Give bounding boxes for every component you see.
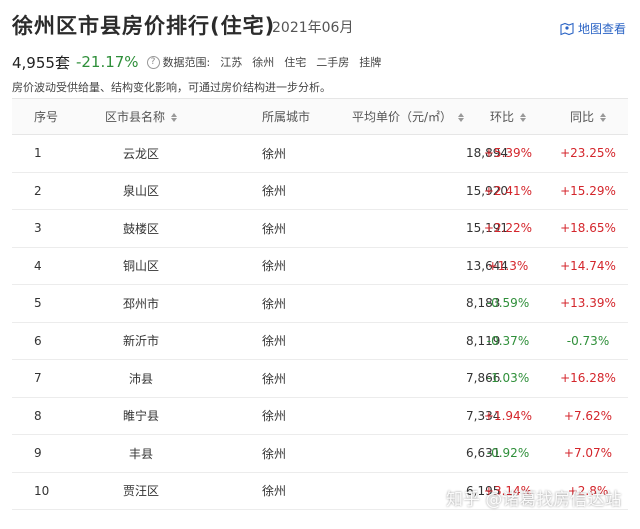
table-header-row: 序号 区市县名称 所属城市 平均单价（元/㎡） 环比 同比 [12, 98, 628, 135]
city-cell: 徐州 [262, 184, 287, 199]
scope-market: 二手房 [316, 56, 350, 69]
city-cell: 徐州 [262, 259, 287, 274]
rank-cell: 1 [34, 146, 42, 161]
page-header: 徐州区市县房价排行(住宅) 2021年06月 地图查看 [12, 10, 628, 44]
scope-property-type: 住宅 [284, 56, 307, 69]
sort-icon [600, 112, 606, 123]
city-cell: 徐州 [262, 146, 287, 161]
count-change: -21.17% [75, 53, 139, 71]
scope-province: 江苏 [220, 56, 243, 69]
column-header-rank: 序号 [34, 110, 59, 124]
city-cell: 徐州 [262, 296, 287, 311]
rank-cell: 6 [34, 333, 42, 348]
column-header-city: 所属城市 [262, 110, 311, 124]
district-cell: 云龙区 [122, 146, 159, 161]
district-cell: 邳州市 [122, 296, 159, 311]
column-header-price[interactable]: 平均单价（元/㎡） [320, 99, 468, 135]
price-note: 房价波动受供给量、结构变化影响，可通过房价结构进一步分析。 [12, 81, 331, 94]
district-cell: 泉山区 [122, 184, 159, 199]
city-cell: 徐州 [262, 409, 287, 424]
city-cell: 徐州 [262, 334, 287, 349]
district-cell: 鼓楼区 [122, 221, 159, 236]
table-row[interactable]: 4 铜山区 徐州 13,644 +1.3% +14.74% [12, 247, 628, 285]
price-cell: 6,631 [466, 446, 501, 461]
rank-cell: 3 [34, 221, 42, 236]
map-view-button[interactable]: 地图查看 [560, 20, 626, 37]
city-cell: 徐州 [262, 484, 287, 499]
district-cell: 沛县 [128, 371, 153, 386]
listing-count: 4,955套 [12, 53, 70, 72]
rank-cell: 5 [34, 296, 42, 311]
district-cell: 丰县 [128, 446, 153, 461]
district-cell: 贾汪区 [122, 484, 159, 499]
rank-cell: 9 [34, 446, 42, 461]
help-icon[interactable]: ? [146, 55, 160, 69]
yoy-cell: +16.28% [560, 371, 616, 386]
district-cell: 睢宁县 [122, 409, 159, 424]
watermark: 知乎 @诸葛找房信达站 [446, 490, 622, 510]
table-row[interactable]: 6 新沂市 徐州 8,119 -0.37% -0.73% [12, 322, 628, 360]
city-cell: 徐州 [262, 446, 287, 461]
sort-icon [458, 112, 464, 123]
yoy-cell: -0.73% [566, 333, 610, 348]
yoy-cell: +7.07% [563, 446, 613, 461]
table-row[interactable]: 3 鼓楼区 徐州 15,191 +2.22% +18.65% [12, 210, 628, 247]
price-cell: 8,183 [466, 296, 501, 311]
price-cell: 18,894 [466, 146, 508, 161]
table-row[interactable]: 1 云龙区 徐州 18,894 +5.39% +23.25% [12, 135, 628, 172]
scope-source: 挂牌 [359, 56, 382, 69]
sort-icon [520, 112, 526, 123]
price-cell: 7,334 [466, 408, 501, 423]
city-cell: 徐州 [262, 221, 287, 236]
ranking-table: 序号 区市县名称 所属城市 平均单价（元/㎡） 环比 同比 1 云龙区 徐州 18,8… [12, 98, 628, 510]
scope-city: 徐州 [252, 56, 275, 69]
rank-cell: 7 [34, 371, 42, 386]
summary-bar: 4,955套 -21.17% ? 数据范围: 江苏 徐州 住宅 二手房 挂牌 [12, 52, 381, 72]
table-row[interactable]: 7 沛县 徐州 7,866 -1.03% +16.28% [12, 360, 628, 397]
district-cell: 铜山区 [122, 259, 159, 274]
table-row[interactable]: 5 邳州市 徐州 8,183 -0.59% +13.39% [12, 285, 628, 322]
yoy-cell: +23.25% [560, 146, 616, 161]
map-pin-icon [560, 22, 574, 36]
table-row[interactable]: 9 丰县 徐州 6,631 -0.92% +7.07% [12, 435, 628, 472]
yoy-cell: +7.62% [563, 408, 613, 423]
yoy-cell: +13.39% [560, 296, 616, 311]
yoy-cell: +14.74% [560, 258, 616, 273]
period-label: 2021年06月 [272, 20, 354, 36]
rank-cell: 8 [34, 408, 42, 423]
column-header-mom[interactable]: 环比 [468, 99, 548, 135]
column-header-yoy[interactable]: 同比 [548, 99, 628, 135]
city-cell: 徐州 [262, 371, 287, 386]
column-header-district[interactable]: 区市县名称 [82, 99, 200, 135]
district-cell: 新沂市 [122, 334, 159, 349]
price-cell: 13,644 [466, 258, 508, 273]
sort-icon [171, 112, 177, 123]
price-cell: 8,119 [466, 333, 501, 348]
price-cell: 15,191 [466, 221, 508, 236]
page-title: 徐州区市县房价排行(住宅) [12, 14, 276, 38]
yoy-cell: +15.29% [560, 183, 616, 198]
scope-label: 数据范围: [162, 56, 211, 69]
table-row[interactable]: 8 睢宁县 徐州 7,334 +1.94% +7.62% [12, 397, 628, 435]
rank-cell: 10 [34, 483, 50, 498]
map-view-label: 地图查看 [577, 22, 626, 36]
rank-cell: 4 [34, 258, 42, 273]
price-cell: 15,920 [466, 183, 508, 198]
price-cell: 7,866 [466, 371, 501, 386]
table-row[interactable]: 2 泉山区 徐州 15,920 +2.41% +15.29% [12, 172, 628, 210]
yoy-cell: +18.65% [560, 221, 616, 236]
rank-cell: 2 [34, 183, 42, 198]
